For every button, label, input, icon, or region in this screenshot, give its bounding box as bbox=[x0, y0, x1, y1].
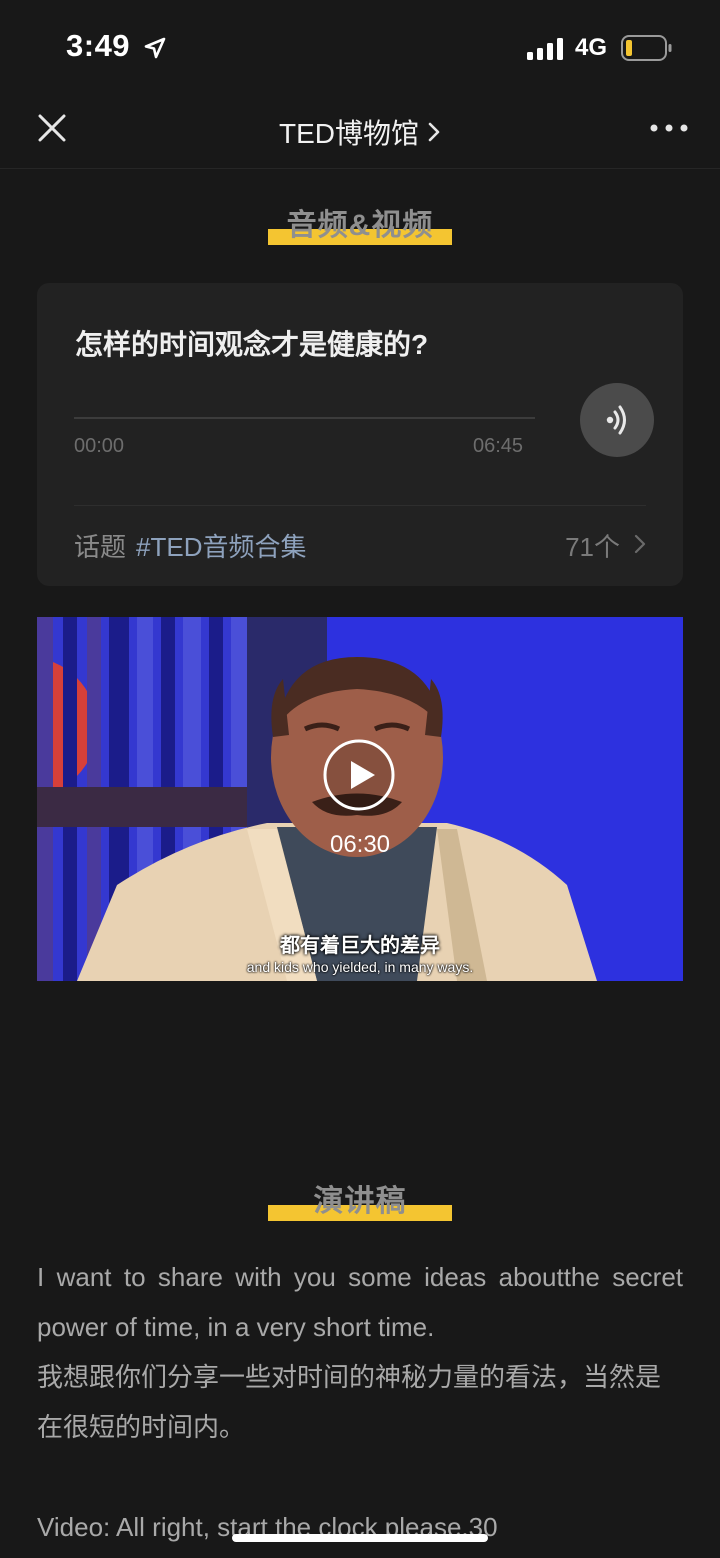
audio-play-button[interactable] bbox=[580, 383, 654, 457]
home-indicator[interactable] bbox=[232, 1534, 488, 1542]
location-arrow-icon bbox=[144, 37, 166, 59]
topic-label: 话题 #TED音频合集 bbox=[74, 527, 306, 564]
network-type: 4G bbox=[575, 34, 608, 61]
video-player[interactable]: 06:30 都有着巨大的差异 and kids who yielded, in … bbox=[37, 617, 683, 981]
page-title: TED博物馆 bbox=[278, 118, 419, 149]
audio-title: 怎样的时间观念才是健康的? bbox=[75, 329, 429, 360]
audio-wave-icon bbox=[606, 405, 626, 435]
transcript-body: I want to share with you some ideas abou… bbox=[37, 1252, 683, 1552]
audio-duration: 06:45 bbox=[473, 435, 524, 457]
video-subtitle-en: and kids who yielded, in many ways. bbox=[246, 959, 474, 975]
more-icon[interactable] bbox=[648, 118, 690, 138]
section-heading-media: 音频&视频 bbox=[268, 200, 452, 245]
transcript-paragraph: I want to share with you some ideas abou… bbox=[37, 1262, 683, 1342]
section-heading-transcript: 演讲稿 bbox=[268, 1176, 452, 1221]
video-subtitle-cn: 都有着巨大的差异 bbox=[280, 935, 440, 957]
section-heading-text: 演讲稿 bbox=[313, 1185, 407, 1218]
signal-icon bbox=[527, 38, 563, 60]
page-title-link[interactable]: TED博物馆 bbox=[0, 112, 720, 152]
topic-tag: #TED音频合集 bbox=[136, 532, 307, 562]
video-duration: 06:30 bbox=[329, 831, 391, 858]
play-circle-icon[interactable] bbox=[323, 739, 395, 811]
audio-progress-bar[interactable] bbox=[74, 417, 535, 419]
battery-icon bbox=[621, 35, 672, 61]
audio-card: 怎样的时间观念才是健康的? 00:00 06:45 话题 #TED音频合集 71个 bbox=[37, 283, 683, 586]
chevron-right-icon bbox=[428, 122, 440, 142]
nav-bar: TED博物馆 bbox=[0, 96, 720, 169]
section-heading-text: 音频&视频 bbox=[286, 209, 434, 242]
divider bbox=[74, 505, 646, 506]
transcript-paragraph: 我想跟你们分享一些对时间的神秘力量的看法，当然是在很短的时间内。 bbox=[37, 1362, 662, 1442]
status-bar: 3:49 4G bbox=[0, 0, 720, 96]
topic-prefix: 话题 bbox=[74, 532, 127, 562]
chevron-right-icon bbox=[634, 534, 646, 554]
topic-count: 71个 bbox=[565, 532, 620, 562]
audio-current-time: 00:00 bbox=[74, 435, 125, 457]
topic-link[interactable]: 话题 #TED音频合集 71个 bbox=[74, 527, 646, 563]
status-time: 3:49 bbox=[66, 28, 131, 63]
transcript-paragraph: Video: All right, start the clock please… bbox=[37, 1512, 498, 1542]
